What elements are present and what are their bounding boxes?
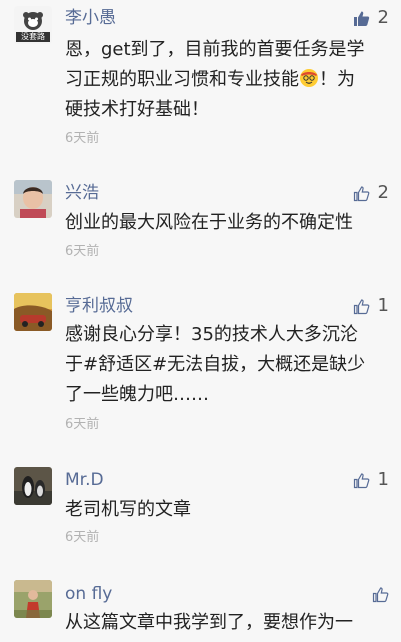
avatar[interactable] xyxy=(14,293,52,331)
like-button[interactable]: 2 xyxy=(353,7,389,29)
comment-line: 从这篇文章中我学到了，要想作为一 xyxy=(65,612,353,633)
like-button[interactable] xyxy=(372,583,389,605)
avatar-caption: 没套路 xyxy=(21,32,45,41)
thumbs-up-outline-icon xyxy=(353,298,369,314)
comment-text: 从这篇文章中我学到了，要想作为一 xyxy=(65,608,385,638)
comment-line: 恩，get到了，目前我的首要任务是学 xyxy=(65,39,365,60)
comment-time: 6天前 xyxy=(65,131,100,146)
comment-time: 6天前 xyxy=(65,530,100,545)
commenter-name[interactable]: 亨利叔叔 xyxy=(65,295,133,317)
avatar[interactable] xyxy=(14,180,52,218)
comment-line: 于#舒适区#无法自拔，大概还是缺少 xyxy=(65,354,366,375)
comment-text: 感谢良心分享！35的技术人大多沉沦 于#舒适区#无法自拔，大概还是缺少 了一些魄… xyxy=(65,320,385,410)
comment-text: 老司机写的文章 xyxy=(65,495,385,525)
comment-time: 6天前 xyxy=(65,244,100,259)
avatar[interactable] xyxy=(14,467,52,505)
comment-text: 创业的最大风险在于业务的不确定性 xyxy=(65,208,385,238)
like-count: 1 xyxy=(377,295,389,316)
commenter-name[interactable]: 兴浩 xyxy=(65,182,99,204)
comment-line-segment: ！为 xyxy=(319,69,355,90)
like-count: 1 xyxy=(377,469,389,490)
comment-text: 恩，get到了，目前我的首要任务是学 习正规的职业习惯和专业技能 ！为 硬技术打… xyxy=(65,35,385,125)
like-button[interactable]: 2 xyxy=(353,182,389,204)
like-count: 2 xyxy=(377,7,389,28)
like-count: 2 xyxy=(377,182,389,203)
comment-line: 创业的最大风险在于业务的不确定性 xyxy=(65,212,353,233)
like-button[interactable]: 1 xyxy=(353,295,389,317)
thumbs-up-outline-icon xyxy=(353,185,369,201)
comment-line-segment: 习正规的职业习惯和专业技能 xyxy=(65,69,299,90)
thumbs-up-outline-icon xyxy=(353,472,369,488)
nerd-face-emoji-icon xyxy=(300,69,318,87)
avatar[interactable] xyxy=(14,580,52,618)
like-button[interactable]: 1 xyxy=(353,469,389,491)
thumbs-up-icon xyxy=(353,11,369,26)
commenter-name[interactable]: on fly xyxy=(65,583,112,605)
comment-line: 老司机写的文章 xyxy=(65,499,191,520)
comment-line-with-emoji: 习正规的职业习惯和专业技能 ！为 xyxy=(65,65,385,95)
comment-line: 硬技术打好基础！ xyxy=(65,99,209,120)
thumbs-up-outline-icon xyxy=(372,586,389,602)
comment-line: 了一些魄力吧…… xyxy=(65,384,209,405)
comment-line: 感谢良心分享！35的技术人大多沉沦 xyxy=(65,324,358,345)
commenter-name[interactable]: 李小愚 xyxy=(65,7,116,29)
comment-time: 6天前 xyxy=(65,417,100,432)
avatar[interactable]: 没套路 xyxy=(14,6,52,44)
commenter-name[interactable]: Mr.D xyxy=(65,469,104,491)
